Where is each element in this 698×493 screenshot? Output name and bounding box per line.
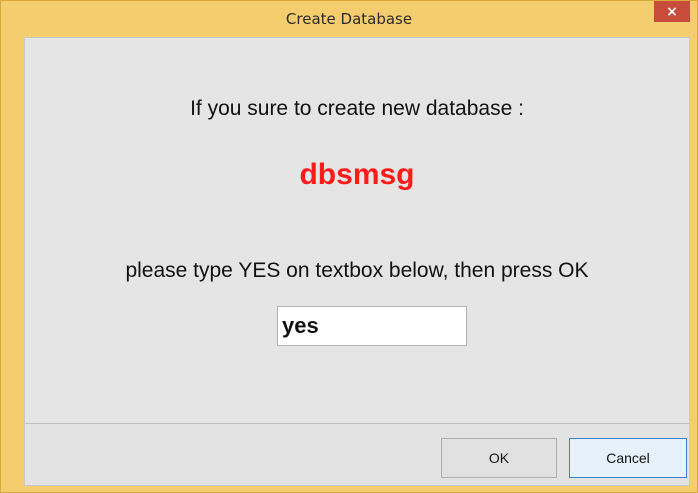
close-icon: × (666, 3, 678, 20)
cancel-button-label: Cancel (606, 450, 650, 466)
ok-button[interactable]: OK (441, 438, 557, 478)
dialog-footer: OK Cancel (25, 423, 689, 485)
confirmation-question: If you sure to create new database : (190, 97, 524, 120)
dialog-body: If you sure to create new database : dbs… (25, 38, 689, 423)
confirmation-instruction: please type YES on textbox below, then p… (125, 259, 589, 282)
window-title: Create Database (285, 10, 413, 28)
cancel-button[interactable]: Cancel (569, 438, 687, 478)
create-database-window: Create Database × If you sure to create … (0, 0, 698, 493)
dialog-content: If you sure to create new database : dbs… (24, 37, 690, 486)
close-button[interactable]: × (654, 1, 690, 22)
database-name: dbsmsg (299, 158, 415, 191)
ok-button-label: OK (488, 450, 510, 466)
confirmation-input[interactable] (277, 306, 467, 346)
title-bar[interactable]: Create Database × (1, 1, 697, 37)
